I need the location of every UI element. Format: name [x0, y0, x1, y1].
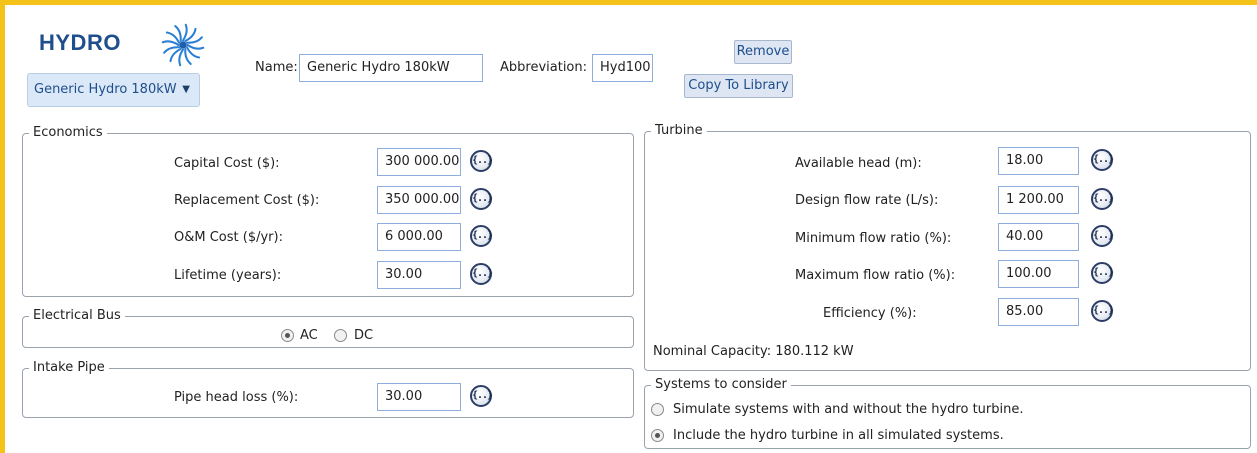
- page-title: HYDRO: [39, 30, 121, 55]
- chevron-down-icon: ▼: [182, 84, 190, 95]
- design-flow-rate-input[interactable]: 1 200.00: [998, 186, 1079, 214]
- efficiency-sensitivity-button[interactable]: {..}: [1091, 300, 1114, 322]
- bus-dc-label: DC: [354, 328, 374, 343]
- maximum-flow-ratio-label: Maximum flow ratio (%):: [795, 268, 956, 283]
- window-left-border: [0, 0, 5, 453]
- minimum-flow-ratio-sensitivity-button[interactable]: {..}: [1091, 225, 1114, 247]
- minimum-flow-ratio-input[interactable]: 40.00: [998, 223, 1079, 251]
- intake-pipe-group: Intake Pipe: [22, 360, 634, 418]
- hydro-turbine-icon: [161, 23, 205, 67]
- name-input[interactable]: Generic Hydro 180kW: [299, 54, 483, 82]
- economics-title: Economics: [29, 125, 107, 141]
- maximum-flow-ratio-sensitivity-button[interactable]: {..}: [1091, 262, 1114, 284]
- remove-button[interactable]: Remove: [734, 40, 792, 64]
- available-head-sensitivity-button[interactable]: {..}: [1091, 149, 1114, 171]
- lifetime-sensitivity-button[interactable]: {..}: [470, 263, 493, 285]
- systems-with-without-label: Simulate systems with and without the hy…: [673, 402, 1024, 417]
- pipe-head-loss-sensitivity-button[interactable]: {..}: [470, 385, 493, 407]
- window-top-border: [0, 0, 1257, 5]
- efficiency-label: Efficiency (%):: [823, 306, 917, 321]
- intake-pipe-title: Intake Pipe: [29, 360, 109, 376]
- systems-include-all-radio[interactable]: [651, 429, 664, 442]
- efficiency-input[interactable]: 85.00: [998, 298, 1079, 326]
- lifetime-input[interactable]: 30.00: [377, 261, 461, 289]
- turbine-title: Turbine: [651, 123, 707, 139]
- bus-dc-radio[interactable]: [334, 329, 347, 342]
- copy-to-library-button[interactable]: Copy To Library: [684, 74, 793, 98]
- capital-cost-label: Capital Cost ($):: [174, 156, 280, 171]
- turbine-group: Turbine: [644, 123, 1251, 371]
- bus-ac-label: AC: [300, 328, 318, 343]
- replacement-cost-sensitivity-button[interactable]: {..}: [470, 188, 493, 210]
- systems-with-without-radio[interactable]: [651, 403, 664, 416]
- abbreviation-input[interactable]: Hyd100: [592, 54, 653, 82]
- replacement-cost-input[interactable]: 350 000.00: [377, 186, 461, 214]
- abbreviation-label: Abbreviation:: [500, 60, 588, 75]
- capital-cost-sensitivity-button[interactable]: {..}: [470, 150, 493, 172]
- available-head-label: Available head (m):: [795, 156, 922, 171]
- dropdown-value: Generic Hydro 180kW: [34, 82, 177, 97]
- om-cost-label: O&M Cost ($/yr):: [174, 230, 283, 245]
- om-cost-input[interactable]: 6 000.00: [377, 223, 461, 251]
- design-flow-rate-label: Design flow rate (L/s):: [795, 193, 939, 208]
- bus-ac-radio[interactable]: [281, 329, 294, 342]
- economics-group: Economics: [22, 125, 634, 297]
- electrical-bus-title: Electrical Bus: [29, 308, 125, 324]
- available-head-input[interactable]: 18.00: [998, 147, 1079, 175]
- systems-title: Systems to consider: [651, 377, 791, 393]
- capital-cost-input[interactable]: 300 000.00: [377, 148, 461, 176]
- systems-include-all-label: Include the hydro turbine in all simulat…: [673, 428, 1004, 443]
- pipe-head-loss-label: Pipe head loss (%):: [174, 390, 299, 405]
- maximum-flow-ratio-input[interactable]: 100.00: [998, 260, 1079, 288]
- om-cost-sensitivity-button[interactable]: {..}: [470, 225, 493, 247]
- replacement-cost-label: Replacement Cost ($):: [174, 193, 320, 208]
- lifetime-label: Lifetime (years):: [174, 268, 282, 283]
- nominal-capacity-text: Nominal Capacity: 180.112 kW: [653, 344, 854, 359]
- electrical-bus-group: Electrical Bus: [22, 308, 634, 348]
- name-label: Name:: [255, 60, 298, 75]
- minimum-flow-ratio-label: Minimum flow ratio (%):: [795, 231, 952, 246]
- design-flow-rate-sensitivity-button[interactable]: {..}: [1091, 188, 1114, 210]
- pipe-head-loss-input[interactable]: 30.00: [377, 383, 461, 411]
- component-select-dropdown[interactable]: Generic Hydro 180kW ▼: [27, 73, 200, 107]
